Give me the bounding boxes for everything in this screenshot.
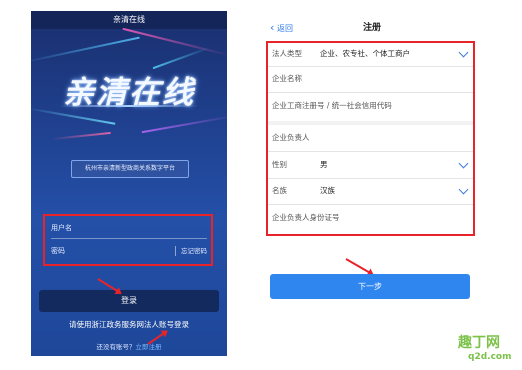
login-form-highlight: 用户名 密码 忘记密码: [43, 214, 213, 266]
gov-login-link[interactable]: 请使用浙江政务服务网法人账号登录: [31, 319, 227, 330]
registration-number-input[interactable]: 企业工商注册号 / 统一社会信用代码: [268, 99, 473, 117]
legal-type-select[interactable]: 法人类型 企业、农专社、个体工商户: [268, 47, 473, 65]
chevron-down-icon: [458, 47, 469, 58]
principal-input[interactable]: 企业负责人: [268, 131, 473, 149]
gender-value: 男: [320, 160, 328, 169]
registration-number-label: 企业工商注册号 / 统一社会信用代码: [272, 101, 392, 110]
username-placeholder: 用户名: [51, 224, 72, 232]
password-input[interactable]: 密码 忘记密码: [51, 241, 207, 261]
ethnicity-value: 汉族: [320, 186, 335, 195]
login-screen: 亲清在线 亲清在线 杭州市亲清新型政商关系数字平台 用户名 密码 忘记密码 登录…: [31, 11, 227, 356]
legal-type-value: 企业、农专社、个体工商户: [320, 49, 410, 58]
divider: [268, 178, 473, 179]
app-title: 亲清在线: [31, 11, 227, 29]
principal-label: 企业负责人: [272, 133, 310, 142]
company-name-input[interactable]: 企业名称: [268, 72, 473, 90]
gender-select[interactable]: 性别 男: [268, 158, 473, 176]
page-title: 注册: [362, 23, 381, 33]
register-prompt: 还没有账号？立即注册: [31, 341, 227, 351]
back-label: 返回: [276, 24, 293, 33]
company-name-label: 企业名称: [272, 74, 302, 83]
watermark-logo: 趣丁网: [458, 335, 500, 351]
annotation-arrow-next: [345, 258, 373, 275]
no-account-text: 还没有账号？: [96, 343, 136, 351]
section-gap: [268, 121, 473, 125]
username-input[interactable]: 用户名: [51, 218, 207, 239]
divider: [268, 151, 473, 152]
divider: [268, 92, 473, 93]
divider: [268, 204, 473, 205]
watermark-domain: q2d.com: [468, 352, 512, 362]
divider: [268, 66, 473, 67]
platform-name: 杭州市亲清新型政商关系数字平台: [71, 160, 189, 178]
logo-underline: [59, 105, 199, 107]
chevron-left-icon: ‹: [270, 21, 275, 34]
id-number-input[interactable]: 企业负责人身份证号: [268, 211, 473, 229]
legal-type-label: 法人类型: [272, 49, 302, 58]
back-button[interactable]: ‹ 返回: [270, 21, 293, 34]
password-placeholder: 密码: [51, 247, 65, 255]
forgot-password-link[interactable]: 忘记密码: [175, 246, 207, 256]
chevron-down-icon: [458, 184, 469, 195]
next-step-button[interactable]: 下一步: [270, 274, 470, 299]
chevron-down-icon: [458, 158, 469, 169]
login-button[interactable]: 登录: [39, 290, 219, 312]
ethnicity-label: 名族: [272, 186, 287, 195]
gender-label: 性别: [272, 160, 287, 169]
ethnicity-select[interactable]: 名族 汉族: [268, 184, 473, 202]
id-number-label: 企业负责人身份证号: [272, 213, 340, 222]
